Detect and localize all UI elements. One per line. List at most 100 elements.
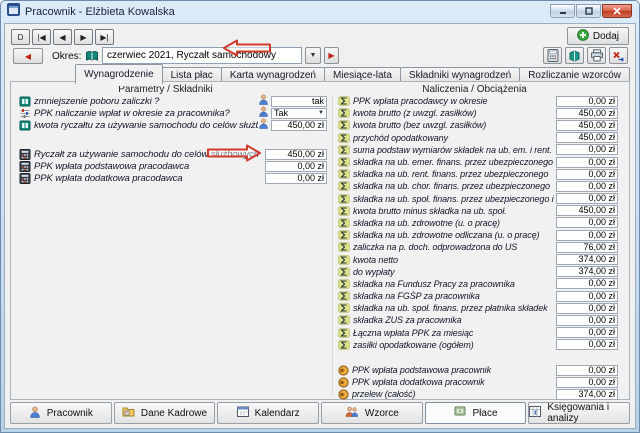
calculation-row: kwota netto 374,00 zł [338, 253, 618, 265]
calculation-row: składka na ub. chor. finans. przez ubezp… [338, 180, 618, 192]
bottom-tab-wzorce[interactable]: Wzorce [321, 402, 423, 424]
calculation-row: składka na ub. zdrowotne odliczana (u. o… [338, 229, 618, 241]
calculation-label: składka na ub. społ. finans. przez płatn… [353, 303, 556, 313]
calculation-value[interactable]: 374,00 zł [556, 254, 618, 265]
ppk-summary-label: przelew (całość) [352, 389, 556, 399]
title-bar[interactable]: Pracownik - Elżbieta Kowalska [1, 1, 639, 23]
sum-icon [338, 145, 350, 155]
calculation-value[interactable]: 450,00 zł [556, 205, 618, 216]
calculation-label: kwota brutto (z uwzgl. zasiłków) [353, 108, 556, 118]
calculation-label: kwota brutto (bez uwzgl. zasiłków) [353, 120, 556, 130]
calculation-value[interactable]: 0,00 zł [556, 157, 618, 168]
nav-button[interactable]: ◀ [53, 29, 72, 45]
sum-icon [338, 267, 350, 277]
printer-icon [590, 49, 604, 62]
calculation-value[interactable]: 0,00 zł [556, 278, 618, 289]
add-button[interactable]: Dodaj [567, 27, 629, 45]
sum-icon [338, 169, 350, 179]
ppk-summary-value[interactable]: 0,00 zł [556, 365, 618, 376]
calculation-row: składka na Fundusz Pracy za pracownika 0… [338, 278, 618, 290]
calculation-value[interactable]: 0,00 zł [556, 230, 618, 241]
bottom-tab-bar: Pracownik Dane Kadrowe Kalendarz Wzorce … [10, 402, 630, 424]
calculation-row: składka na ub. rent. finans. przez ubezp… [338, 168, 618, 180]
calculation-label: składka na Fundusz Pracy za pracownika [353, 279, 556, 289]
nav-button[interactable]: ▶| [95, 29, 114, 45]
parameter-label: kwota ryczałtu za używanie samochodu do … [34, 120, 258, 131]
sum-icon [338, 340, 350, 350]
calculation-value[interactable]: 0,00 zł [556, 169, 618, 180]
calculation-value[interactable]: 374,00 zł [556, 266, 618, 277]
period-dropdown-button[interactable]: ▼ [305, 47, 321, 64]
component-value[interactable]: 0,00 zł [265, 173, 327, 184]
component-row: PPK wpłata dodatkowa pracodawca 0,00 zł [19, 172, 327, 184]
book-icon [19, 96, 31, 107]
parameter-row: zmniejszenie poboru zaliczki ? tak [19, 95, 327, 107]
parameters-group: zmniejszenie poboru zaliczki ? tak PPK n… [19, 95, 327, 132]
calculation-label: składka na ub. rent. finans. przez ubezp… [353, 169, 556, 179]
parameter-value[interactable]: tak [271, 96, 327, 107]
calculation-value[interactable]: 0,00 zł [556, 96, 618, 107]
maximize-button[interactable] [576, 4, 601, 18]
calculation-value[interactable]: 0,00 zł [556, 327, 618, 338]
close-button[interactable] [602, 4, 632, 18]
bottom-tab-kalendarz[interactable]: Kalendarz [217, 402, 319, 424]
bottom-tab-pracownik[interactable]: Pracownik [10, 402, 112, 424]
calculation-value[interactable]: 0,00 zł [556, 181, 618, 192]
column-divider [332, 96, 333, 395]
minimize-button[interactable] [550, 4, 575, 18]
parameter-dropdown[interactable]: Tak▼ [271, 108, 327, 119]
sum-icon [338, 181, 350, 191]
bottom-tab-ksiegowania[interactable]: Księgowania i analizy [528, 402, 630, 424]
sum-icon [338, 133, 350, 143]
plus-icon [577, 29, 589, 44]
calculation-value[interactable]: 0,00 zł [556, 315, 618, 326]
ppk-summary-label: PPK wpłata podstawowa pracownik [352, 365, 556, 375]
calculation-row: przychód opodatkowany 450,00 zł [338, 132, 618, 144]
sum-icon [338, 315, 350, 325]
calculation-value[interactable]: 0,00 zł [556, 291, 618, 302]
ppk-summary-value[interactable]: 374,00 zł [556, 389, 618, 400]
notebook-button[interactable] [565, 47, 584, 64]
component-value[interactable]: 0,00 zł [265, 161, 327, 172]
next-period-button[interactable]: ▶ [324, 47, 339, 64]
exit-button[interactable] [609, 47, 628, 64]
calculation-value[interactable]: 0,00 zł [556, 217, 618, 228]
calculation-row: składka na ub. społ. finans. przez płatn… [338, 302, 618, 314]
tab[interactable]: Wynagrodzenie [75, 64, 162, 84]
sliders-icon [19, 108, 31, 119]
calculation-value[interactable]: 450,00 zł [556, 120, 618, 131]
app-icon [7, 3, 20, 21]
calculation-label: składka na ub. zdrowotne (u. o pracę) [353, 218, 556, 228]
calculator-button[interactable] [543, 47, 562, 64]
calculation-value[interactable]: 0,00 zł [556, 193, 618, 204]
person-icon [258, 116, 269, 134]
calculation-value[interactable]: 0,00 zł [556, 144, 618, 155]
print-button[interactable] [587, 47, 606, 64]
sum-icon [338, 255, 350, 265]
parameter-row: kwota ryczałtu za używanie samochodu do … [19, 119, 327, 131]
ppk-summary-value[interactable]: 0,00 zł [556, 377, 618, 388]
period-combobox[interactable]: czerwiec 2021, Ryczałt samochodowy [102, 47, 302, 64]
parameter-value[interactable]: 450,00 zł [271, 120, 327, 131]
period-label: Okres: [52, 51, 81, 62]
sum-icon [338, 120, 350, 130]
calculation-label: składka na ub. zdrowotne odliczana (u. o… [353, 230, 556, 240]
calculation-value[interactable]: 450,00 zł [556, 108, 618, 119]
calculation-value[interactable]: 0,00 zł [556, 339, 618, 350]
calculation-value[interactable]: 0,00 zł [556, 303, 618, 314]
component-value[interactable]: 450,00 zł [265, 149, 327, 160]
calendar-icon [237, 406, 249, 420]
bottom-tab-place[interactable]: Płace [425, 402, 527, 424]
bottom-tab-dane-kadrowe[interactable]: Dane Kadrowe [114, 402, 216, 424]
calculation-row: do wypłaty 374,00 zł [338, 266, 618, 278]
previous-period-button[interactable]: ◀ [13, 48, 43, 64]
calculation-value[interactable]: 76,00 zł [556, 242, 618, 253]
calculation-value[interactable]: 450,00 zł [556, 132, 618, 143]
sum-icon [338, 194, 350, 204]
nav-button[interactable]: D [11, 29, 30, 45]
period-row: ◀ Okres: czerwiec 2021, Ryczałt samochod… [5, 47, 635, 65]
sum-icon [338, 328, 350, 338]
calculation-row: składka na ub. zdrowotne (u. o pracę) 0,… [338, 217, 618, 229]
nav-button[interactable]: |◀ [32, 29, 51, 45]
nav-button[interactable]: ▶ [74, 29, 93, 45]
